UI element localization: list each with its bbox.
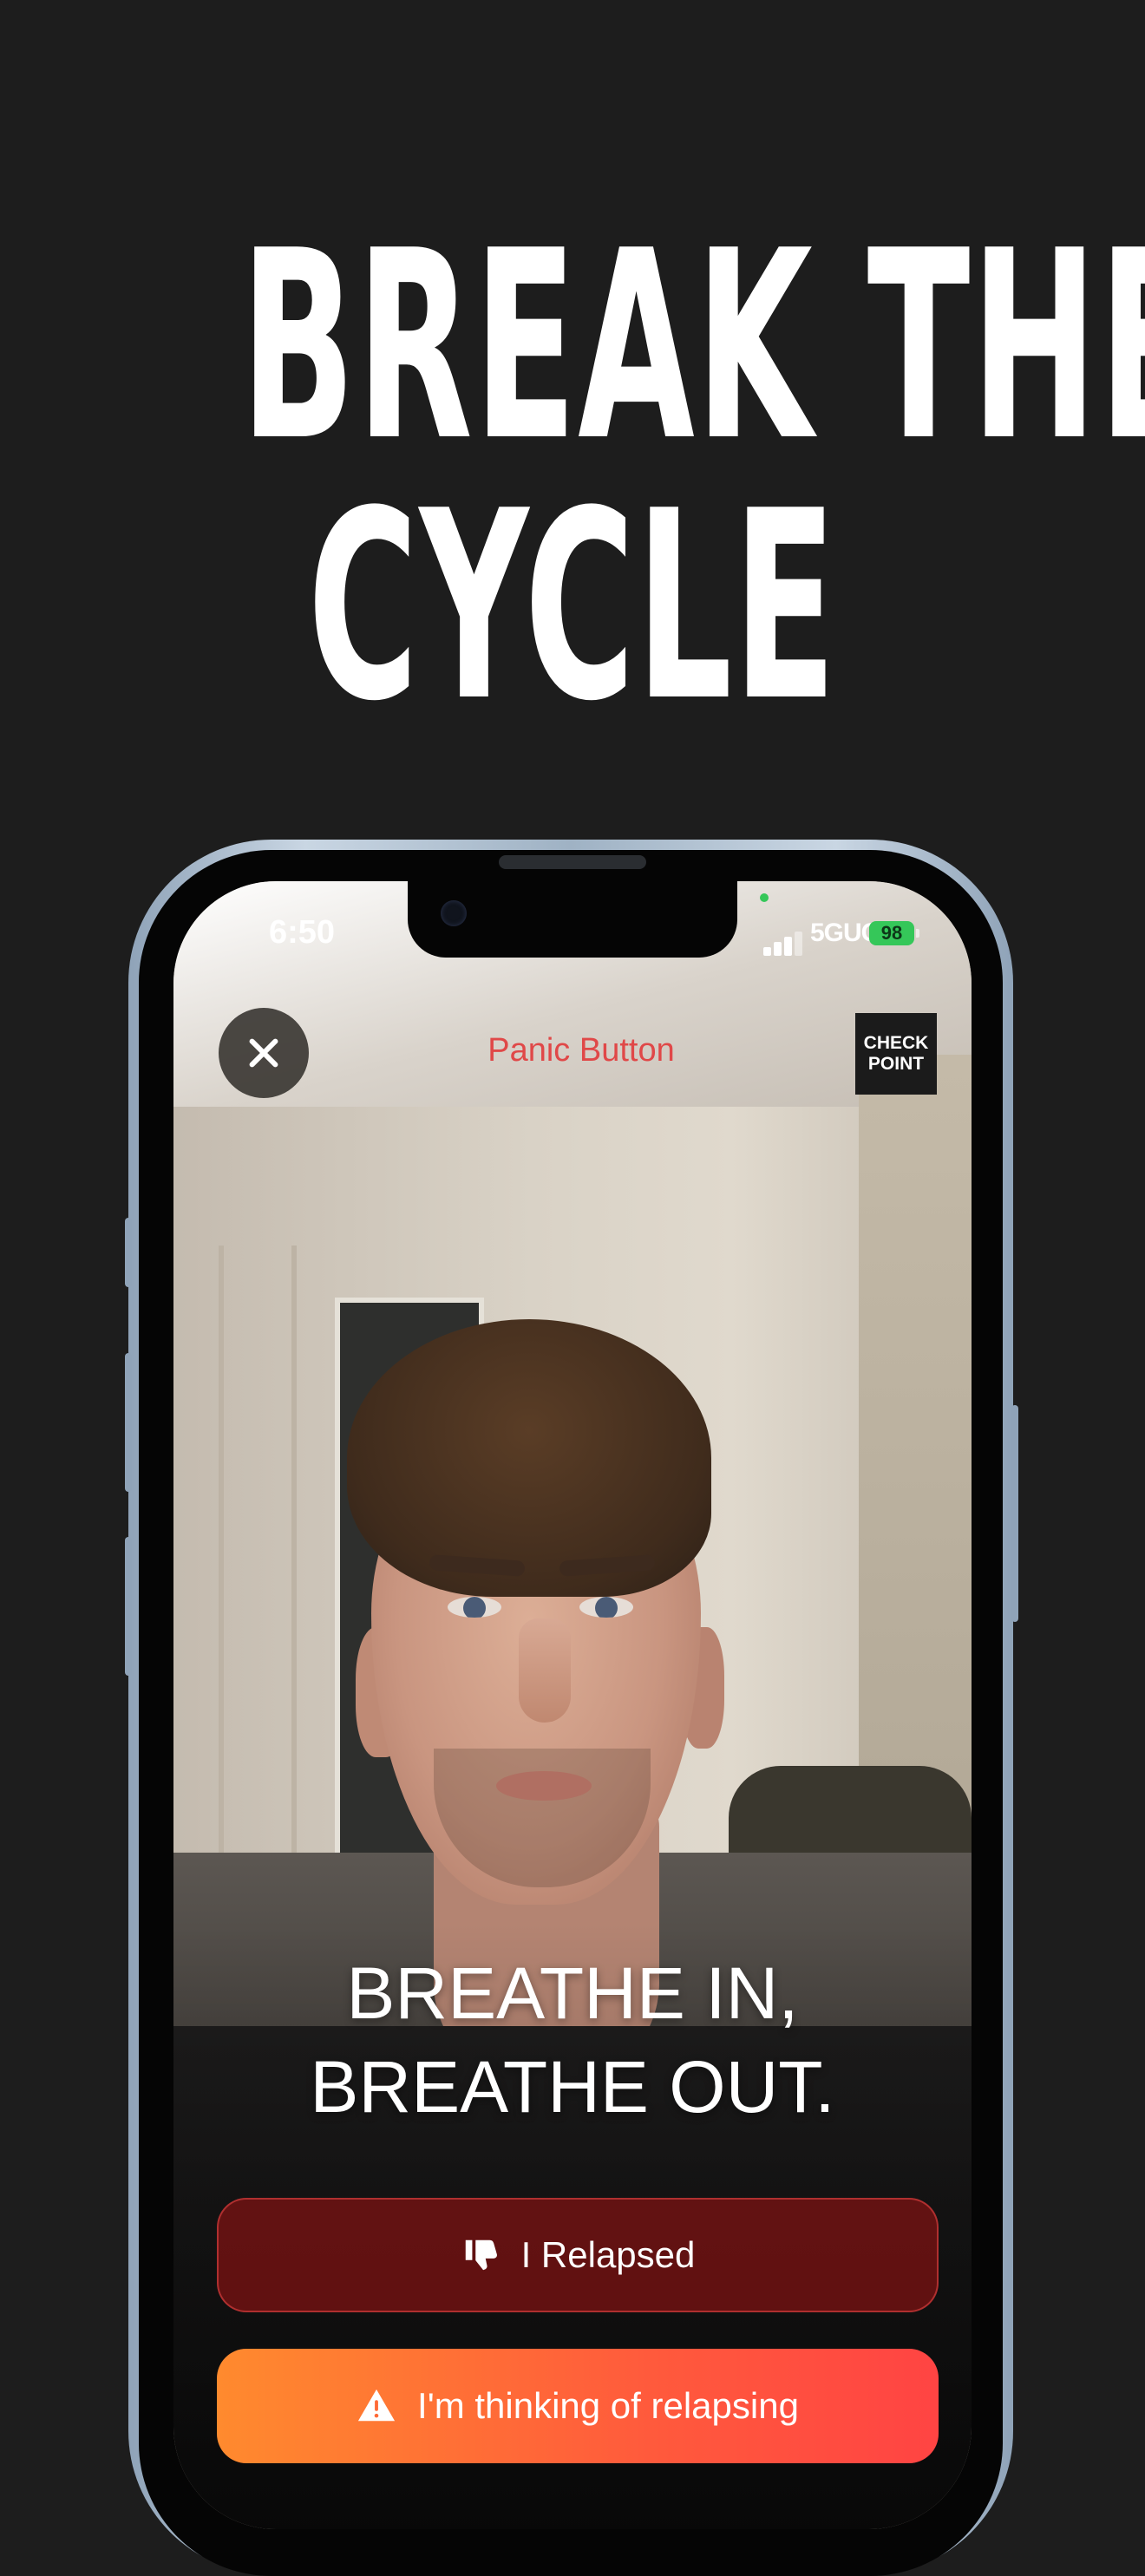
phone-volume-down [125, 1537, 132, 1676]
person-eye [579, 1597, 633, 1618]
breathing-prompt: BREATHE IN, BREATHE OUT. [173, 1946, 972, 2134]
thinking-of-relapsing-button-label: I'm thinking of relapsing [417, 2385, 799, 2426]
breathing-prompt-line-2: BREATHE OUT. [310, 2046, 835, 2128]
thumbs-down-icon [461, 2235, 501, 2275]
person-eye [448, 1597, 501, 1618]
side-wall [859, 1055, 972, 1835]
wall-trim [219, 1246, 224, 1870]
warning-triangle-icon [357, 2386, 396, 2426]
page-title: Panic Button [487, 1032, 675, 1069]
status-time: 6:50 [269, 914, 336, 951]
logo-text-line-1: CHECK [863, 1033, 929, 1053]
camera-in-use-indicator [760, 893, 769, 902]
marketing-headline: BREAK THE CYCLE [240, 195, 1145, 758]
person-mouth [496, 1771, 592, 1801]
phone-volume-up [125, 1353, 132, 1492]
thinking-of-relapsing-button[interactable]: I'm thinking of relapsing [217, 2349, 939, 2463]
battery-indicator: 98 [869, 921, 919, 945]
relapsed-button-label: I Relapsed [520, 2234, 696, 2275]
relapsed-button[interactable]: I Relapsed [217, 2198, 939, 2312]
logo-text-line-2: POINT [867, 1054, 925, 1074]
headline-line-2: CYCLE [307, 455, 838, 758]
breathing-prompt-line-1: BREATHE IN, [346, 1952, 799, 2034]
person-nose [519, 1618, 571, 1723]
cellular-signal-icon [763, 930, 803, 956]
wall-trim [291, 1246, 297, 1870]
person-hair [347, 1319, 711, 1597]
close-button[interactable] [219, 1008, 309, 1098]
front-camera [441, 900, 467, 926]
phone-silent-switch [125, 1218, 132, 1287]
app-logo: CHECK POINT [855, 1013, 937, 1095]
headline-line-1: BREAK THE [240, 195, 1145, 498]
phone-power-button [1011, 1405, 1018, 1622]
phone-speaker [499, 855, 646, 869]
